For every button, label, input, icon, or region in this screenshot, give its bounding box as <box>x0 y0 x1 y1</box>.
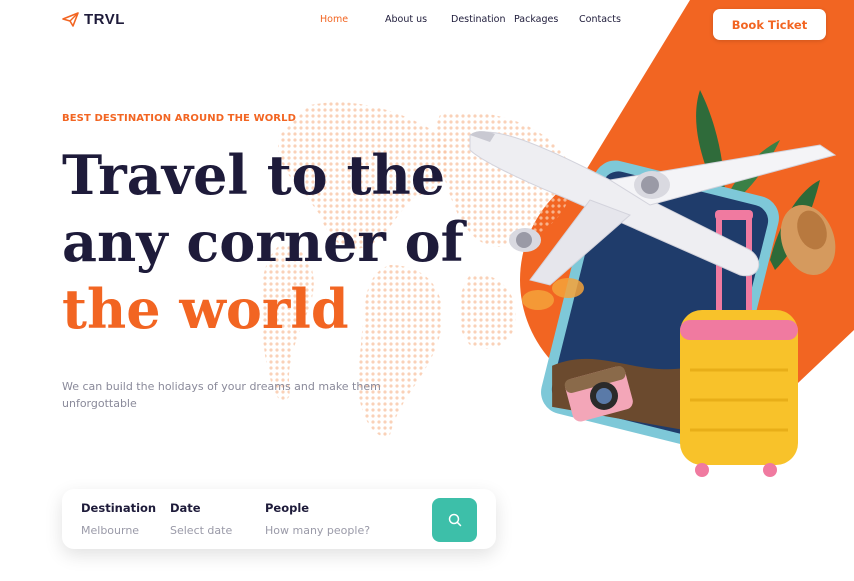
paper-plane-icon <box>62 12 79 27</box>
headline-line-1: Travel to the <box>62 143 446 207</box>
date-field[interactable]: Date Select date <box>170 501 232 537</box>
nav-item-packages[interactable]: Packages <box>514 14 558 25</box>
brand-name: TRVL <box>84 11 125 28</box>
search-button[interactable] <box>432 498 477 542</box>
people-label: People <box>265 501 310 515</box>
nav-item-contacts[interactable]: Contacts <box>579 14 621 25</box>
people-value[interactable]: How many people? <box>265 524 370 537</box>
book-ticket-button[interactable]: Book Ticket <box>713 9 826 40</box>
hero-headline: Travel to the any corner of the world <box>62 142 464 343</box>
headline-line-2: any corner of <box>62 210 464 274</box>
headline-line-3: the world <box>62 277 349 341</box>
nav-item-destination[interactable]: Destination <box>451 14 506 25</box>
nav-item-about-us[interactable]: About us <box>385 14 427 25</box>
people-field[interactable]: People How many people? <box>265 501 370 537</box>
destination-field[interactable]: Destination Melbourne <box>81 501 156 537</box>
hero-subtitle: We can build the holidays of your dreams… <box>62 380 381 410</box>
trip-search-box: Destination Melbourne Date Select date P… <box>62 489 496 549</box>
hat-icon <box>780 205 836 275</box>
brand-logo[interactable]: TRVL <box>62 11 125 28</box>
nav-item-home[interactable]: Home <box>320 14 348 25</box>
search-icon <box>448 513 461 527</box>
travel-illustration <box>469 90 837 477</box>
destination-value[interactable]: Melbourne <box>81 524 156 537</box>
date-label: Date <box>170 501 201 515</box>
destination-label: Destination <box>81 501 157 515</box>
date-value[interactable]: Select date <box>170 524 232 537</box>
hero-eyebrow: BEST DESTINATION AROUND THE WORLD <box>62 113 296 124</box>
